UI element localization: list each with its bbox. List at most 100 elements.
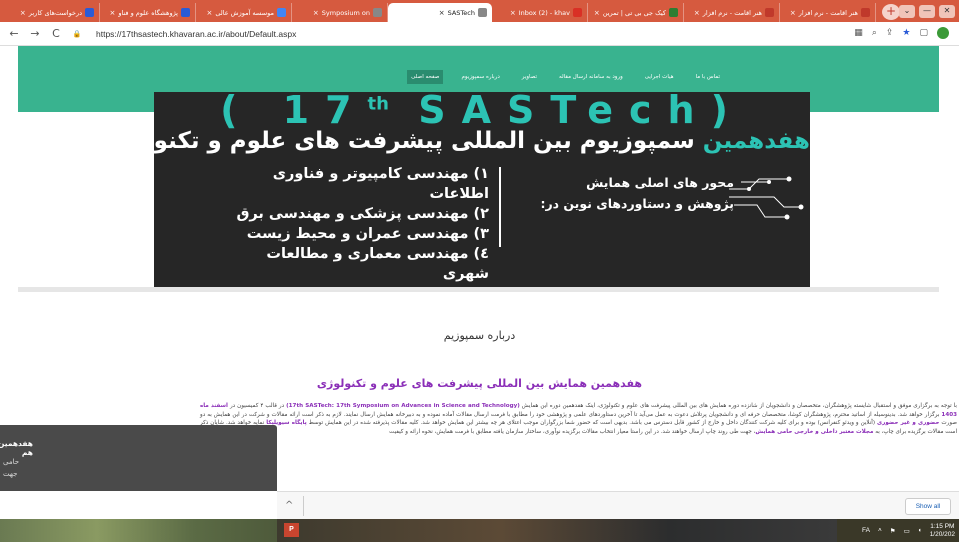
browser-tab[interactable]: Inbox (2) - khav × — [492, 3, 588, 22]
back-icon[interactable]: ← — [8, 27, 20, 40]
network-icon[interactable]: ▭ — [904, 527, 910, 535]
circuit-icon — [729, 176, 804, 220]
star-icon[interactable]: ★ — [902, 28, 910, 38]
site-menu-item[interactable]: درباره سمپوزیوم — [457, 70, 503, 84]
banner-topics: ۱) مهندسی کامپیوتر و فناوری اطلاعات ۲) مه… — [229, 164, 489, 284]
powerpoint-icon[interactable]: P — [284, 523, 299, 537]
banner-topic-item: ٤) مهندسی معماری و مطالعات شهری — [266, 246, 489, 282]
tab-title: هنر اقامت - نرم افزار — [798, 8, 858, 17]
banner-axis-line2: پژوهش و دستاوردهای نوین در: — [540, 196, 734, 211]
hover-preview-popup[interactable]: هفدهمین هم حامی جهت — [0, 425, 277, 491]
new-tab-button[interactable]: + — [882, 4, 900, 20]
address-bar: ← → C 🔒 https://17thsastech.khavaran.ac.… — [0, 22, 959, 46]
site-menu-item[interactable]: ورود به سامانه ارسال مقاله — [555, 70, 627, 84]
banner-title: ( 17th SASTech) — [220, 92, 744, 132]
speaker-icon[interactable]: ◖ — [918, 527, 922, 534]
flag-icon[interactable]: ⚑ — [890, 527, 896, 535]
download-bar: ^ Show all — [277, 491, 959, 519]
taskbar-apps: P — [277, 519, 837, 542]
tab-close-icon[interactable]: × — [694, 9, 700, 17]
banner-topic-item: ۱) مهندسی کامپیوتر و فناوری اطلاعات — [272, 166, 489, 202]
tab-title: موسسه آموزش عالی — [215, 8, 274, 17]
banner-topic-item: ۳) مهندسی عمران و محیط زیست — [246, 226, 489, 242]
popup-title: هفدهمین هم — [0, 439, 33, 457]
browser-tab[interactable]: پژوهشگاه علوم و فناو × — [100, 3, 196, 22]
browser-tab[interactable]: هنر اقامت - نرم افزار × — [780, 3, 876, 22]
tab-favicon-icon — [573, 8, 582, 17]
browser-tab[interactable]: SASTech × — [388, 3, 492, 22]
tab-title: Inbox (2) - khav — [518, 8, 570, 17]
tab-title: کیک جی بی تی | تمرین — [602, 8, 666, 17]
section-heading: هفدهمین همایش بین المللی پیشرفت های علوم… — [316, 377, 643, 390]
taskbar: P FA ˄ ⚑ ▭ ◖ 1:15 PM 1/20/202 — [0, 519, 959, 542]
tab-close-icon[interactable]: × — [20, 9, 26, 17]
tab-title: درخواست‌های کاربر — [28, 8, 82, 17]
tab-title: SASTech — [447, 8, 475, 17]
clock-date: 1/20/202 — [929, 530, 955, 538]
browser-tab[interactable]: هنر اقامت - نرم افزار × — [684, 3, 780, 22]
about-title: درباره سمپوزیم — [443, 329, 516, 342]
sidebar-icon[interactable]: ▢ — [919, 28, 928, 38]
tab-favicon-icon — [861, 8, 870, 17]
tab-close-icon[interactable]: × — [206, 9, 212, 17]
divider — [303, 496, 304, 516]
system-tray: FA ˄ ⚑ ▭ ◖ 1:15 PM 1/20/202 — [862, 519, 955, 542]
site-menu-item[interactable]: تماس با ما — [692, 70, 724, 84]
url-field[interactable]: https://17thsastech.khavaran.ac.ir/about… — [96, 29, 296, 39]
site-menu: صفحه اصلی درباره سمپوزیوم تصاویر ورود به سا… — [407, 70, 724, 84]
language-indicator[interactable]: FA — [862, 527, 870, 534]
close-window-button[interactable]: ✕ — [939, 4, 955, 18]
site-menu-item[interactable]: هیات اجرایی — [641, 70, 678, 84]
translate-icon[interactable]: ▦ — [854, 28, 863, 38]
tab-favicon-icon — [478, 8, 487, 17]
browser-tab[interactable]: Symposium on × — [292, 3, 388, 22]
banner-topic-item: ۲) مهندسی پزشکی و مهندسی برق — [236, 206, 489, 222]
share-icon[interactable]: ⇪ — [886, 28, 894, 38]
tab-close-icon[interactable]: × — [313, 9, 319, 17]
banner-subtitle: هفدهمین سمپوزیوم بین المللی پیشرفت های ع… — [154, 128, 810, 154]
site-menu-item[interactable]: صفحه اصلی — [407, 70, 444, 84]
profile-icon[interactable] — [937, 27, 949, 39]
zoom-icon[interactable]: ⌕ — [872, 28, 877, 38]
minimize-button[interactable]: — — [919, 4, 935, 18]
tab-favicon-icon — [181, 8, 190, 17]
clock-time: 1:15 PM — [930, 522, 955, 530]
site-menu-item[interactable]: تصاویر — [518, 70, 541, 84]
clock[interactable]: 1:15 PM 1/20/202 — [930, 523, 955, 539]
tab-title: Symposium on — [321, 8, 370, 17]
restore-button[interactable]: ⌄ — [899, 4, 915, 18]
browser-tab[interactable]: موسسه آموزش عالی × — [196, 3, 292, 22]
popup-line: جهت — [3, 470, 18, 478]
about-paragraph: با توجه به برگزاری موفق و استقبال شایسته… — [200, 403, 958, 435]
taskbar-thumbnail — [0, 519, 277, 542]
tab-favicon-icon — [765, 8, 774, 17]
tab-favicon-icon — [669, 8, 678, 17]
tab-title: هنر اقامت - نرم افزار — [702, 8, 762, 17]
browser-toolbar: ▦ ⌕ ⇪ ★ ▢ — [854, 27, 949, 39]
banner-axis-line1: محور های اصلی همایش — [586, 175, 734, 190]
chevron-up-icon[interactable]: ˄ — [878, 527, 882, 534]
popup-line: حامی — [3, 458, 20, 466]
browser-tab-strip: درخواست‌های کاربر × پژوهشگاه علوم و فناو × م… — [0, 0, 959, 22]
forward-icon[interactable]: → — [29, 27, 41, 40]
lock-icon[interactable]: 🔒 — [71, 30, 83, 38]
browser-tab[interactable]: درخواست‌های کاربر × — [4, 3, 100, 22]
browser-tab[interactable]: کیک جی بی تی | تمرین × — [588, 3, 684, 22]
tab-close-icon[interactable]: × — [439, 9, 445, 17]
banner-divider — [499, 167, 501, 247]
tab-title: پژوهشگاه علوم و فناو — [118, 8, 178, 17]
window-controls: ⌄ — ✕ — [899, 0, 959, 22]
tab-favicon-icon — [373, 8, 382, 17]
hero-banner: ( 17th SASTech) هفدهمین سمپوزیوم بین الم… — [154, 92, 810, 287]
chevron-up-icon[interactable]: ^ — [285, 500, 293, 511]
banner-axis-text: محور های اصلی همایش پژوهش و دستاوردهای ن… — [514, 172, 734, 214]
tab-close-icon[interactable]: × — [109, 9, 115, 17]
tab-close-icon[interactable]: × — [510, 9, 516, 17]
tab-close-icon[interactable]: × — [594, 9, 600, 17]
tab-close-icon[interactable]: × — [790, 9, 796, 17]
banner-bottom-band — [18, 287, 939, 292]
tab-favicon-icon — [277, 8, 286, 17]
reload-icon[interactable]: C — [50, 27, 62, 40]
show-all-button[interactable]: Show all — [905, 498, 951, 515]
tab-favicon-icon — [85, 8, 94, 17]
